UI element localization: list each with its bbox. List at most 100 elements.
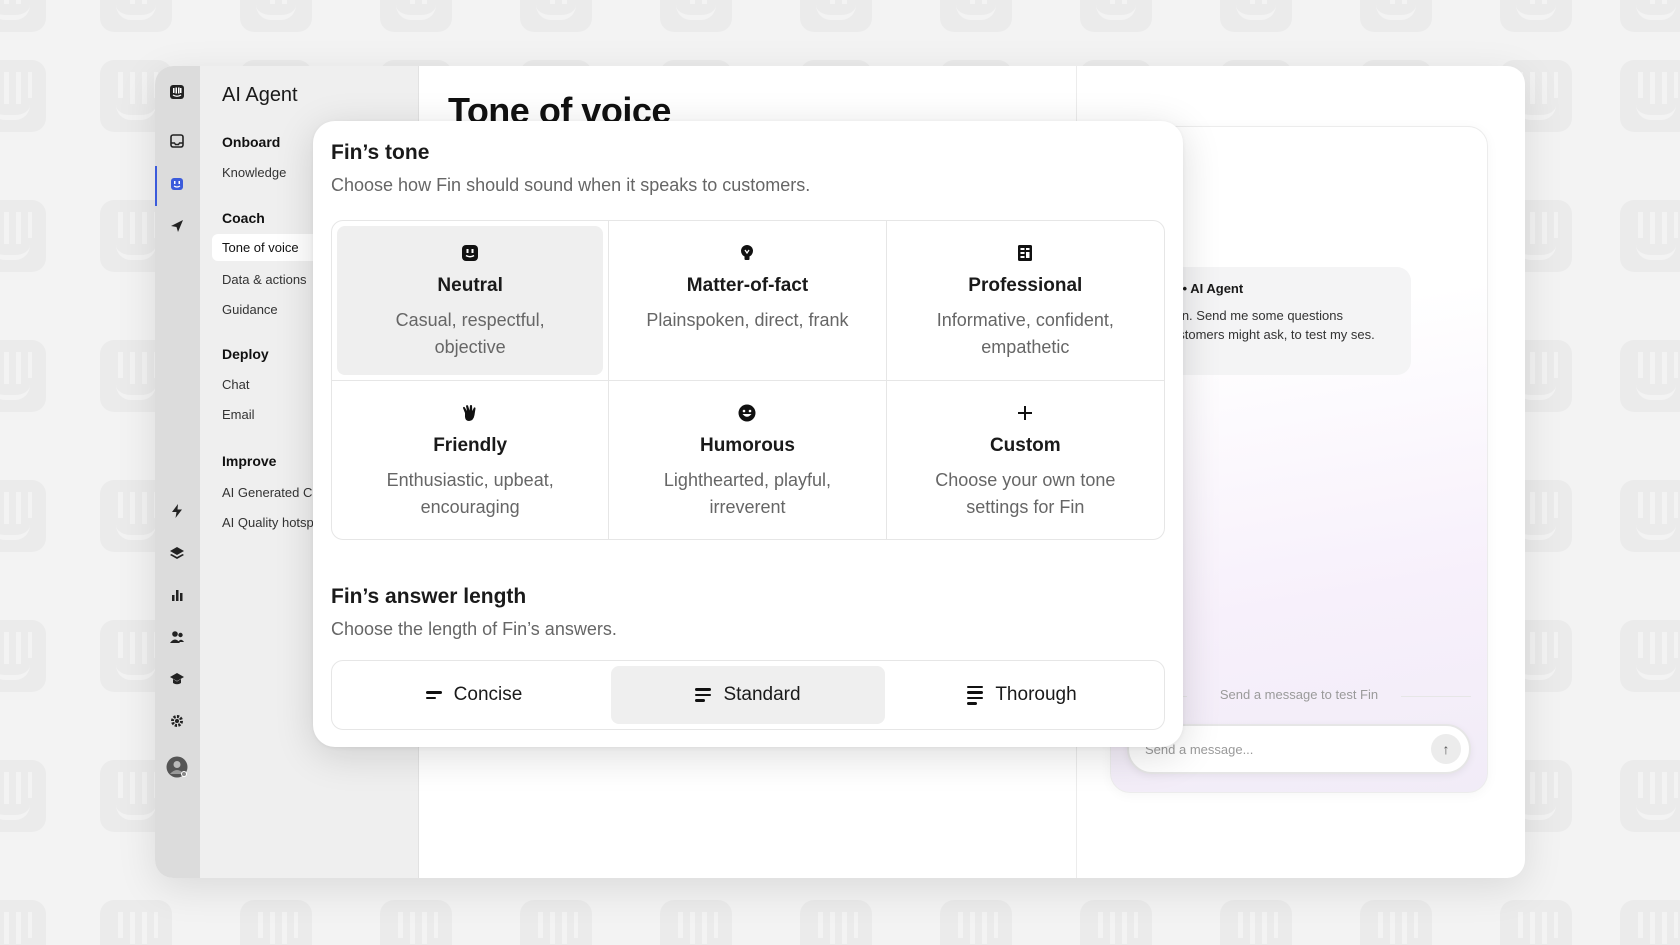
tone-subheading: Choose how Fin should sound when it spea… xyxy=(331,175,811,195)
settings-icon[interactable] xyxy=(166,710,188,732)
nav-item-tone-of-voice[interactable]: Tone of voice xyxy=(212,234,322,261)
academy-icon[interactable] xyxy=(166,668,188,690)
background-logo-icon xyxy=(100,0,172,32)
background-logo-icon xyxy=(1360,0,1432,32)
ai-agent-icon[interactable] xyxy=(166,173,188,195)
tone-name: Friendly xyxy=(433,435,508,456)
background-logo-icon xyxy=(0,200,46,272)
nav-section-deploy: Deploy xyxy=(222,346,269,362)
background-logo-icon xyxy=(1620,340,1680,412)
icon-rail xyxy=(155,66,200,878)
reports-icon[interactable] xyxy=(166,584,188,606)
background-logo-icon xyxy=(1360,900,1432,945)
message-text: Fin. Send me some questions ustomers mig… xyxy=(1171,308,1375,342)
background-logo-icon xyxy=(940,900,1012,945)
plus-icon xyxy=(887,401,1164,425)
background-logo-icon xyxy=(520,0,592,32)
short-lines-icon xyxy=(425,691,442,699)
long-lines-icon xyxy=(967,685,984,705)
nav-item-guidance[interactable]: Guidance xyxy=(222,302,278,317)
background-logo-icon xyxy=(1500,900,1572,945)
nav-item-data-actions[interactable]: Data & actions xyxy=(222,272,307,287)
message-sender: n • AI Agent xyxy=(1171,281,1244,296)
background-logo-icon xyxy=(1080,900,1152,945)
nav-item-ai-generated[interactable]: AI Generated C: xyxy=(222,485,316,500)
background-logo-icon xyxy=(0,60,46,132)
length-subheading: Choose the length of Fin’s answers. xyxy=(331,619,617,639)
nav-item-chat[interactable]: Chat xyxy=(222,377,249,392)
avatar[interactable] xyxy=(166,756,188,778)
background-logo-icon xyxy=(0,480,46,552)
tone-description: Lighthearted, playful, irreverent xyxy=(663,470,832,517)
tone-option-neutral[interactable]: Neutral Casual, respectful, objective xyxy=(332,221,610,381)
background-logo-icon xyxy=(1620,0,1680,32)
message-input[interactable] xyxy=(1145,738,1415,760)
send-icon[interactable] xyxy=(166,215,188,237)
background-logo-icon xyxy=(0,760,46,832)
background-logo-icon xyxy=(1220,0,1292,32)
background-logo-icon xyxy=(660,0,732,32)
rail-active-indicator xyxy=(155,166,157,206)
tone-name: Custom xyxy=(989,435,1061,456)
robot-face-icon xyxy=(332,241,608,265)
smiley-icon xyxy=(609,401,885,425)
tone-options-grid: Neutral Casual, respectful, objective Ma… xyxy=(331,220,1165,540)
background-logo-icon xyxy=(660,900,732,945)
background-logo-icon xyxy=(1620,760,1680,832)
bolt-icon[interactable] xyxy=(166,500,188,522)
length-heading: Fin’s answer length xyxy=(331,585,527,608)
length-label: Concise xyxy=(453,684,523,705)
background-logo-icon xyxy=(1620,900,1680,945)
tone-name: Neutral xyxy=(437,275,503,296)
tone-name: Humorous xyxy=(699,435,795,456)
length-label: Standard xyxy=(723,684,801,705)
nav-item-ai-quality[interactable]: AI Quality hotsp xyxy=(222,515,314,530)
inbox-icon[interactable] xyxy=(166,130,188,152)
agent-message-bubble: n • AI Agent Fin. Send me some questions… xyxy=(1151,267,1411,375)
length-option-thorough[interactable]: Thorough xyxy=(885,666,1159,724)
lightbulb-icon xyxy=(609,241,885,265)
background-logo-icon xyxy=(240,0,312,32)
length-option-standard[interactable]: Standard xyxy=(611,666,885,724)
nav-item-email[interactable]: Email xyxy=(222,407,255,422)
tone-option-matter-of-fact[interactable]: Matter-of-fact Plainspoken, direct, fran… xyxy=(609,221,887,381)
background-logo-icon xyxy=(1620,620,1680,692)
tone-description: Choose your own tone settings for Fin xyxy=(935,470,1116,517)
nav-section-improve: Improve xyxy=(222,453,277,469)
background-logo-icon xyxy=(1620,60,1680,132)
tone-name: Professional xyxy=(968,275,1083,296)
background-logo-icon xyxy=(800,0,872,32)
tone-option-friendly[interactable]: Friendly Enthusiastic, upbeat, encouragi… xyxy=(332,381,610,539)
send-button[interactable]: ↑ xyxy=(1431,734,1461,764)
tone-heading: Fin’s tone xyxy=(331,141,430,164)
contacts-icon[interactable] xyxy=(166,626,188,648)
background-logo-icon xyxy=(1620,480,1680,552)
layers-icon[interactable] xyxy=(166,542,188,564)
length-option-concise[interactable]: Concise xyxy=(337,666,611,724)
nav-section-onboard: Onboard xyxy=(222,134,281,150)
tone-option-custom[interactable]: Custom Choose your own tone settings for… xyxy=(887,381,1164,539)
nav-item-knowledge[interactable]: Knowledge xyxy=(222,165,286,180)
medium-lines-icon xyxy=(695,688,712,702)
tone-description: Casual, respectful, objective xyxy=(395,310,545,357)
waving-hand-icon xyxy=(332,401,608,425)
tone-name: Matter-of-fact xyxy=(686,275,809,296)
background-logo-icon xyxy=(940,0,1012,32)
background-logo-icon xyxy=(240,900,312,945)
background-logo-icon xyxy=(1220,900,1292,945)
background-logo-icon xyxy=(0,0,46,32)
building-icon xyxy=(887,241,1164,265)
background-logo-icon xyxy=(0,620,46,692)
nav-title: AI Agent xyxy=(222,84,298,106)
arrow-up-icon: ↑ xyxy=(1442,741,1450,757)
background-logo-icon xyxy=(1500,0,1572,32)
background-logo-icon xyxy=(100,900,172,945)
tone-settings-card: Fin’s tone Choose how Fin should sound w… xyxy=(313,121,1183,747)
background-logo-icon xyxy=(380,900,452,945)
background-logo-icon xyxy=(380,0,452,32)
tone-description: Informative, confident, empathetic xyxy=(936,310,1114,357)
tone-option-humorous[interactable]: Humorous Lighthearted, playful, irrevere… xyxy=(609,381,887,539)
intercom-logo-icon[interactable] xyxy=(166,81,188,103)
answer-length-selector: Concise Standard Thorough xyxy=(331,660,1165,730)
tone-option-professional[interactable]: Professional Informative, confident, emp… xyxy=(886,221,1164,381)
